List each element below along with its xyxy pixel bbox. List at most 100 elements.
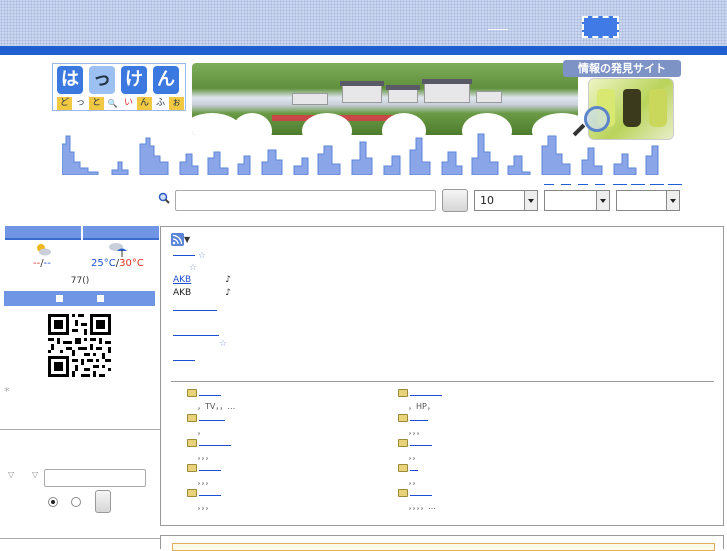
news-text: AKB (173, 288, 192, 298)
sun-cloud-icon (37, 244, 51, 256)
news-item[interactable] (173, 306, 217, 316)
top-link-row (544, 182, 684, 186)
logo-small-char: ん (137, 97, 152, 110)
rss-dropdown-icon[interactable]: ▼ (184, 235, 190, 244)
logo-char: っ (89, 66, 115, 94)
secondary-content-box (160, 535, 724, 551)
rss-icon[interactable] (171, 233, 184, 246)
today-temp-low: -- (43, 258, 51, 269)
left-sidebar: --/-- 25°C/30°C 77() * ▽ ▽ (0, 224, 160, 545)
category-link[interactable] (410, 395, 442, 396)
nav-square-icon[interactable] (97, 295, 104, 302)
category-sublinks: ， (197, 427, 205, 436)
chevron-down-icon (596, 191, 609, 210)
logo-small-char: と (89, 97, 104, 110)
category-link[interactable] (410, 420, 428, 421)
header-photo (192, 63, 578, 135)
new-star-icon: ☆ (189, 263, 198, 273)
top-link[interactable] (561, 184, 571, 185)
top-link[interactable] (578, 184, 588, 185)
folder-icon (187, 439, 197, 447)
category-link[interactable] (199, 470, 221, 471)
category-link[interactable] (199, 495, 221, 496)
news-item[interactable]: ☆ (173, 251, 206, 261)
main-content-box: ▼ ☆ ☆ AKB ♪ AKB ♪ ☆ ，TV，，… ，HP， ， ，，， ，，… (160, 226, 724, 526)
category-sublinks: ，，， (197, 452, 213, 461)
news-item[interactable]: AKB ♪ (173, 275, 231, 285)
news-item: AKB ♪ (173, 288, 231, 298)
sidebar-search-input[interactable] (44, 469, 146, 487)
umbrella-cloud-icon (109, 243, 127, 257)
category-sublinks: ，，， (408, 427, 424, 436)
top-link[interactable] (631, 184, 645, 185)
folder-icon (398, 489, 408, 497)
site-tagline: 情報の発見サイト (563, 60, 681, 77)
news-item[interactable] (173, 356, 195, 366)
logo-char: ん (153, 66, 179, 94)
category-link[interactable] (410, 445, 432, 446)
new-star-icon: ☆ (197, 251, 206, 261)
top-login-button[interactable] (582, 16, 619, 38)
news-item: ☆ (189, 263, 197, 273)
new-star-icon: ☆ (219, 339, 228, 349)
top-link[interactable] (668, 184, 682, 185)
search-order-select[interactable] (616, 190, 680, 211)
triangle-icon: ▽ (8, 470, 15, 479)
folder-icon (398, 414, 408, 422)
folder-icon (398, 464, 408, 472)
search-input[interactable] (175, 190, 436, 211)
sidebar-divider (0, 429, 160, 430)
result-count-value: 10 (480, 194, 494, 207)
weather-tomorrow-header (83, 226, 159, 240)
category-link[interactable] (199, 445, 231, 446)
radio-option-2[interactable] (71, 497, 81, 507)
sidebar-submit-button[interactable] (95, 490, 111, 513)
city-skyline (62, 133, 659, 175)
magnifier-icon (584, 106, 610, 132)
logo-small-char: っ (73, 97, 88, 110)
sidebar-nav-bar (4, 291, 155, 306)
news-item: ☆ (219, 339, 227, 349)
weather-tomorrow-temp: 25°C/30°C (91, 258, 144, 269)
top-link[interactable] (595, 184, 605, 185)
chevron-down-icon (524, 191, 537, 210)
site-logo[interactable]: は っ け ん ど っ と 🔍 い ん ふ ぉ (52, 63, 186, 111)
result-count-select[interactable]: 10 (474, 190, 538, 211)
category-sublinks: ，TV，，… (197, 402, 236, 411)
top-dash-link[interactable] (488, 29, 508, 30)
tomorrow-temp-high: 25°C (91, 258, 116, 269)
chevron-down-icon (666, 191, 679, 210)
logo-small-char: ぉ (169, 97, 184, 110)
category-link[interactable] (199, 420, 225, 421)
top-link[interactable] (613, 184, 627, 185)
category-sublinks: ，， (408, 452, 420, 461)
search-button[interactable] (442, 189, 468, 212)
visitor-counter: 77() (70, 276, 90, 286)
top-link[interactable] (544, 184, 554, 185)
note-star: * (4, 385, 10, 398)
radio-option-1[interactable] (48, 497, 58, 507)
category-link[interactable] (410, 470, 418, 471)
folder-icon (398, 389, 408, 397)
music-note-icon: ♪ (225, 288, 231, 298)
weather-today-header (5, 226, 81, 240)
category-sublinks: ，，，，… (408, 502, 436, 511)
notice-box (172, 543, 715, 551)
search-icon (158, 192, 170, 204)
news-link[interactable]: AKB (173, 275, 191, 285)
logo-small-char: ふ (153, 97, 168, 110)
logo-char: は (57, 66, 83, 94)
news-item[interactable] (173, 331, 219, 341)
category-link[interactable] (199, 395, 221, 396)
category-sublinks: ，HP， (408, 402, 435, 411)
search-scope-select[interactable] (544, 190, 610, 211)
folder-icon (187, 414, 197, 422)
logo-small-char: ど (57, 97, 72, 110)
top-accent-bar (0, 46, 727, 55)
qr-code (48, 314, 111, 377)
top-link[interactable] (650, 184, 664, 185)
folder-icon (398, 439, 408, 447)
category-link[interactable] (410, 495, 432, 496)
nav-square-icon[interactable] (56, 295, 63, 302)
category-sublinks: ，，， (197, 502, 213, 511)
